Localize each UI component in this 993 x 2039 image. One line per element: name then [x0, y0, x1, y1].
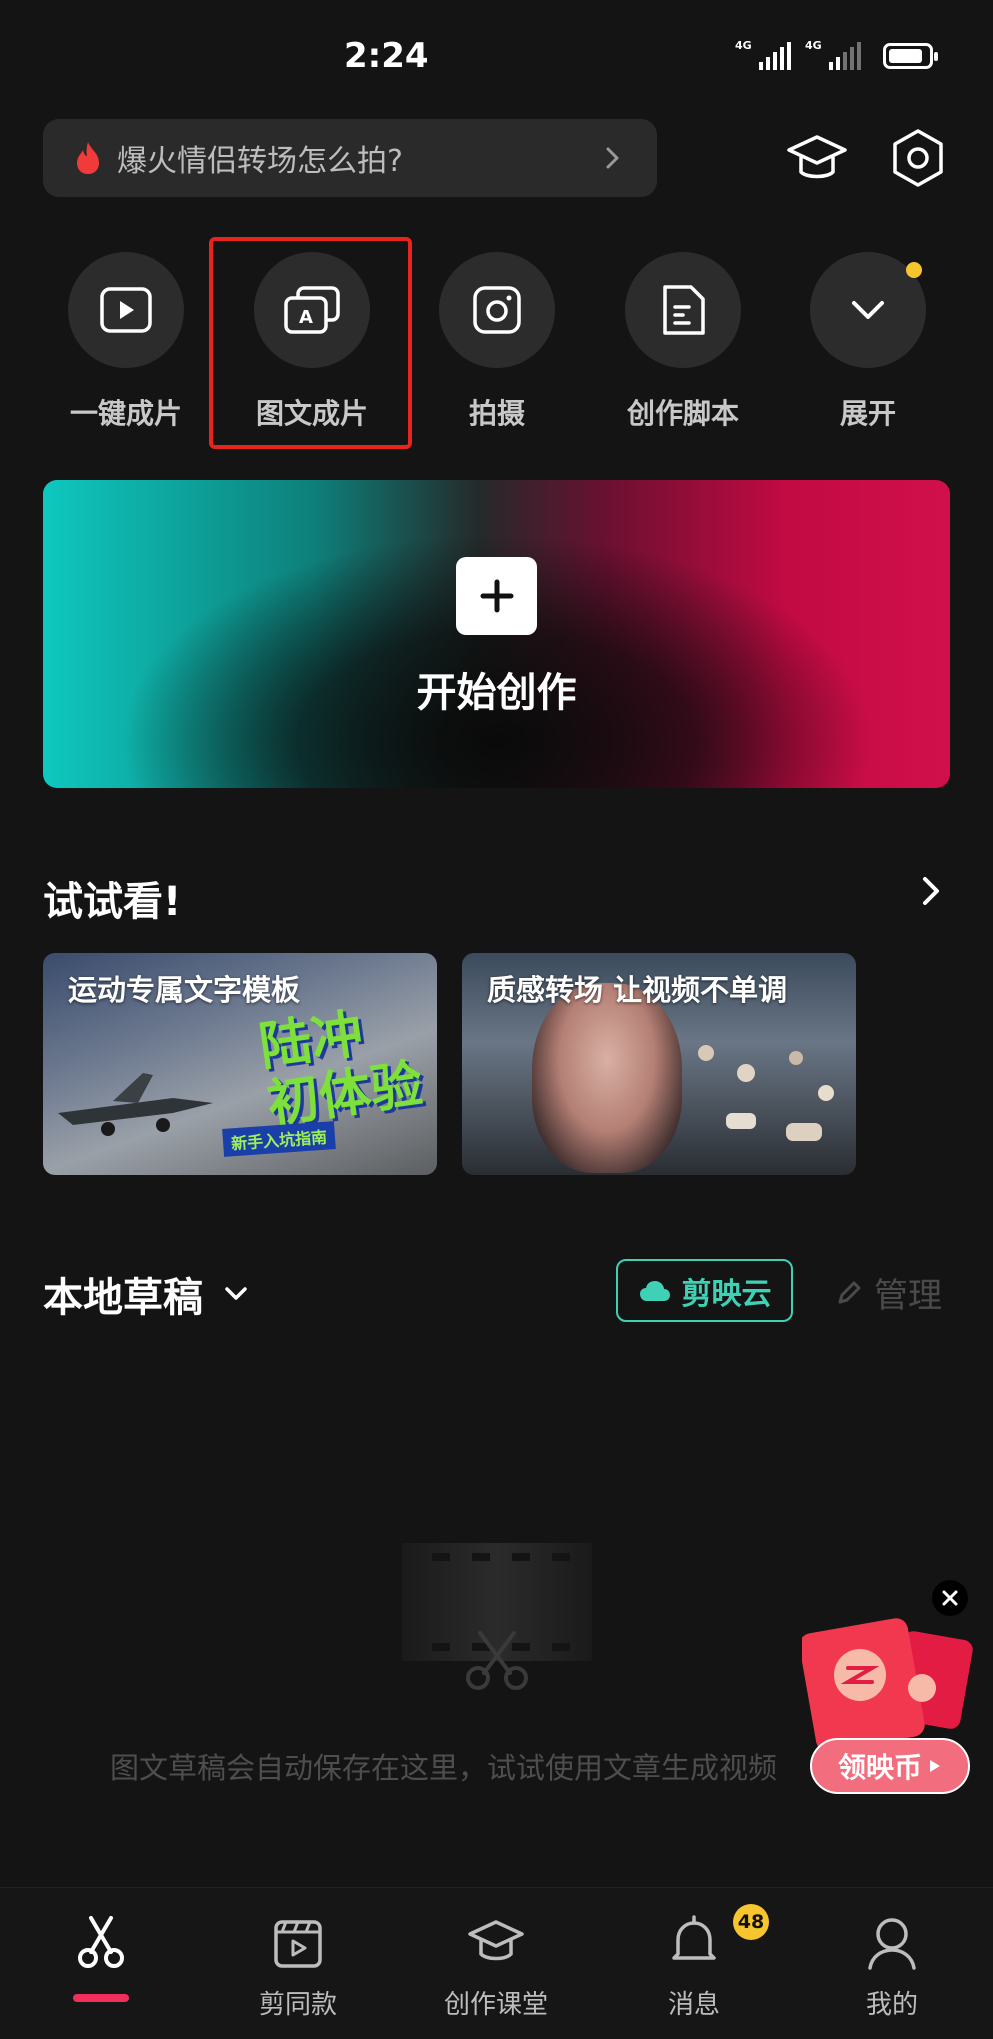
template-caption: 质感转场 让视频不单调 [487, 973, 788, 1007]
plane-illustration [58, 1073, 213, 1136]
notification-dot [906, 262, 922, 278]
hot-topic-search-bar[interactable]: 爆火情侣转场怎么拍? [43, 119, 657, 197]
status-bar: 2:24 4G 4G [0, 0, 993, 110]
tab-creator-class[interactable]: 创作课堂 [426, 1912, 566, 2021]
camera-icon [473, 286, 521, 334]
template-caption: 运动专属文字模板 [68, 973, 301, 1007]
highlight-box [209, 237, 412, 449]
empty-drafts-hint: 图文草稿会自动保存在这里，试试使用文章生成视频 [110, 1751, 778, 1785]
quick-action-shoot[interactable]: 拍摄 [439, 252, 555, 432]
tab-label: 消息 [667, 1990, 720, 2020]
start-creating-title: 开始创作 [416, 670, 577, 716]
message-count-badge: 48 [733, 1904, 769, 1940]
try-section-title: 试试看! [43, 879, 182, 925]
chevron-right-icon[interactable] [916, 874, 946, 908]
template-card-transition[interactable]: 质感转场 让视频不单调 [462, 953, 856, 1175]
template-card-sports-text[interactable]: 陆冲 初体验 新手入坑指南 运动专属文字模板 [43, 953, 437, 1175]
settings-hex-icon[interactable] [886, 126, 950, 190]
scissors-icon [78, 1916, 124, 1968]
jianying-cloud-button[interactable]: 剪映云 [616, 1259, 793, 1322]
bell-icon [672, 1915, 716, 1960]
quick-action-label: 展开 [839, 397, 896, 430]
quick-action-script[interactable]: 创作脚本 [625, 252, 741, 432]
template-art-text: 陆冲 初体验 [255, 1003, 427, 1136]
tab-label: 剪同款 [258, 1990, 337, 2020]
tab-label: 我的 [865, 1990, 918, 2020]
active-tab-indicator [73, 1994, 129, 2002]
empty-film-scissors-icon [402, 1543, 592, 1690]
play-square-icon [100, 287, 152, 333]
cloud-icon [639, 1280, 670, 1301]
status-icons: 4G 4G [735, 40, 938, 70]
plus-icon [456, 557, 537, 635]
close-icon[interactable] [932, 1580, 968, 1616]
clapper-icon [274, 1920, 322, 1968]
person-icon [868, 1918, 916, 1970]
chevron-down-icon [225, 1287, 247, 1300]
start-creating-card[interactable]: 开始创作 [43, 480, 950, 788]
chevron-right-icon [606, 147, 619, 169]
local-drafts-dropdown[interactable]: 本地草稿 [43, 1265, 249, 1323]
quick-action-expand[interactable]: 展开 [810, 252, 926, 432]
battery-icon [883, 43, 938, 69]
bottom-tab-bar: 剪同款 创作课堂 消息 我的 [0, 1887, 993, 2039]
tab-label: 创作课堂 [443, 1990, 548, 2020]
signal-icon: 4G [735, 40, 791, 70]
manage-button[interactable]: 管理 [834, 1268, 942, 1317]
graduation-cap-icon [468, 1920, 524, 1961]
blur-pattern [698, 1045, 834, 1141]
claim-coins-button[interactable]: 领映币 [810, 1738, 970, 1794]
quick-action-label: 一键成片 [69, 397, 182, 430]
tab-edit[interactable] [31, 1912, 171, 1984]
triangle-right-icon [930, 1760, 940, 1772]
fire-icon [77, 142, 99, 174]
status-time: 2:24 [344, 36, 429, 76]
script-doc-icon [663, 285, 705, 335]
pencil-icon [838, 1281, 861, 1303]
graduation-cap-icon[interactable] [785, 126, 849, 190]
portrait-image [532, 983, 682, 1173]
signal-icon-2: 4G [805, 40, 861, 70]
quick-action-label: 创作脚本 [626, 397, 739, 430]
chevron-down-icon [852, 301, 884, 319]
search-bar-text: 爆火情侣转场怎么拍? [117, 144, 403, 179]
template-tag: 新手入坑指南 [222, 1121, 336, 1157]
tab-me[interactable]: 我的 [822, 1912, 962, 2021]
quick-action-one-click[interactable]: 一键成片 [68, 252, 184, 432]
quick-action-label: 拍摄 [468, 397, 525, 430]
tab-templates[interactable]: 剪同款 [228, 1912, 368, 2021]
